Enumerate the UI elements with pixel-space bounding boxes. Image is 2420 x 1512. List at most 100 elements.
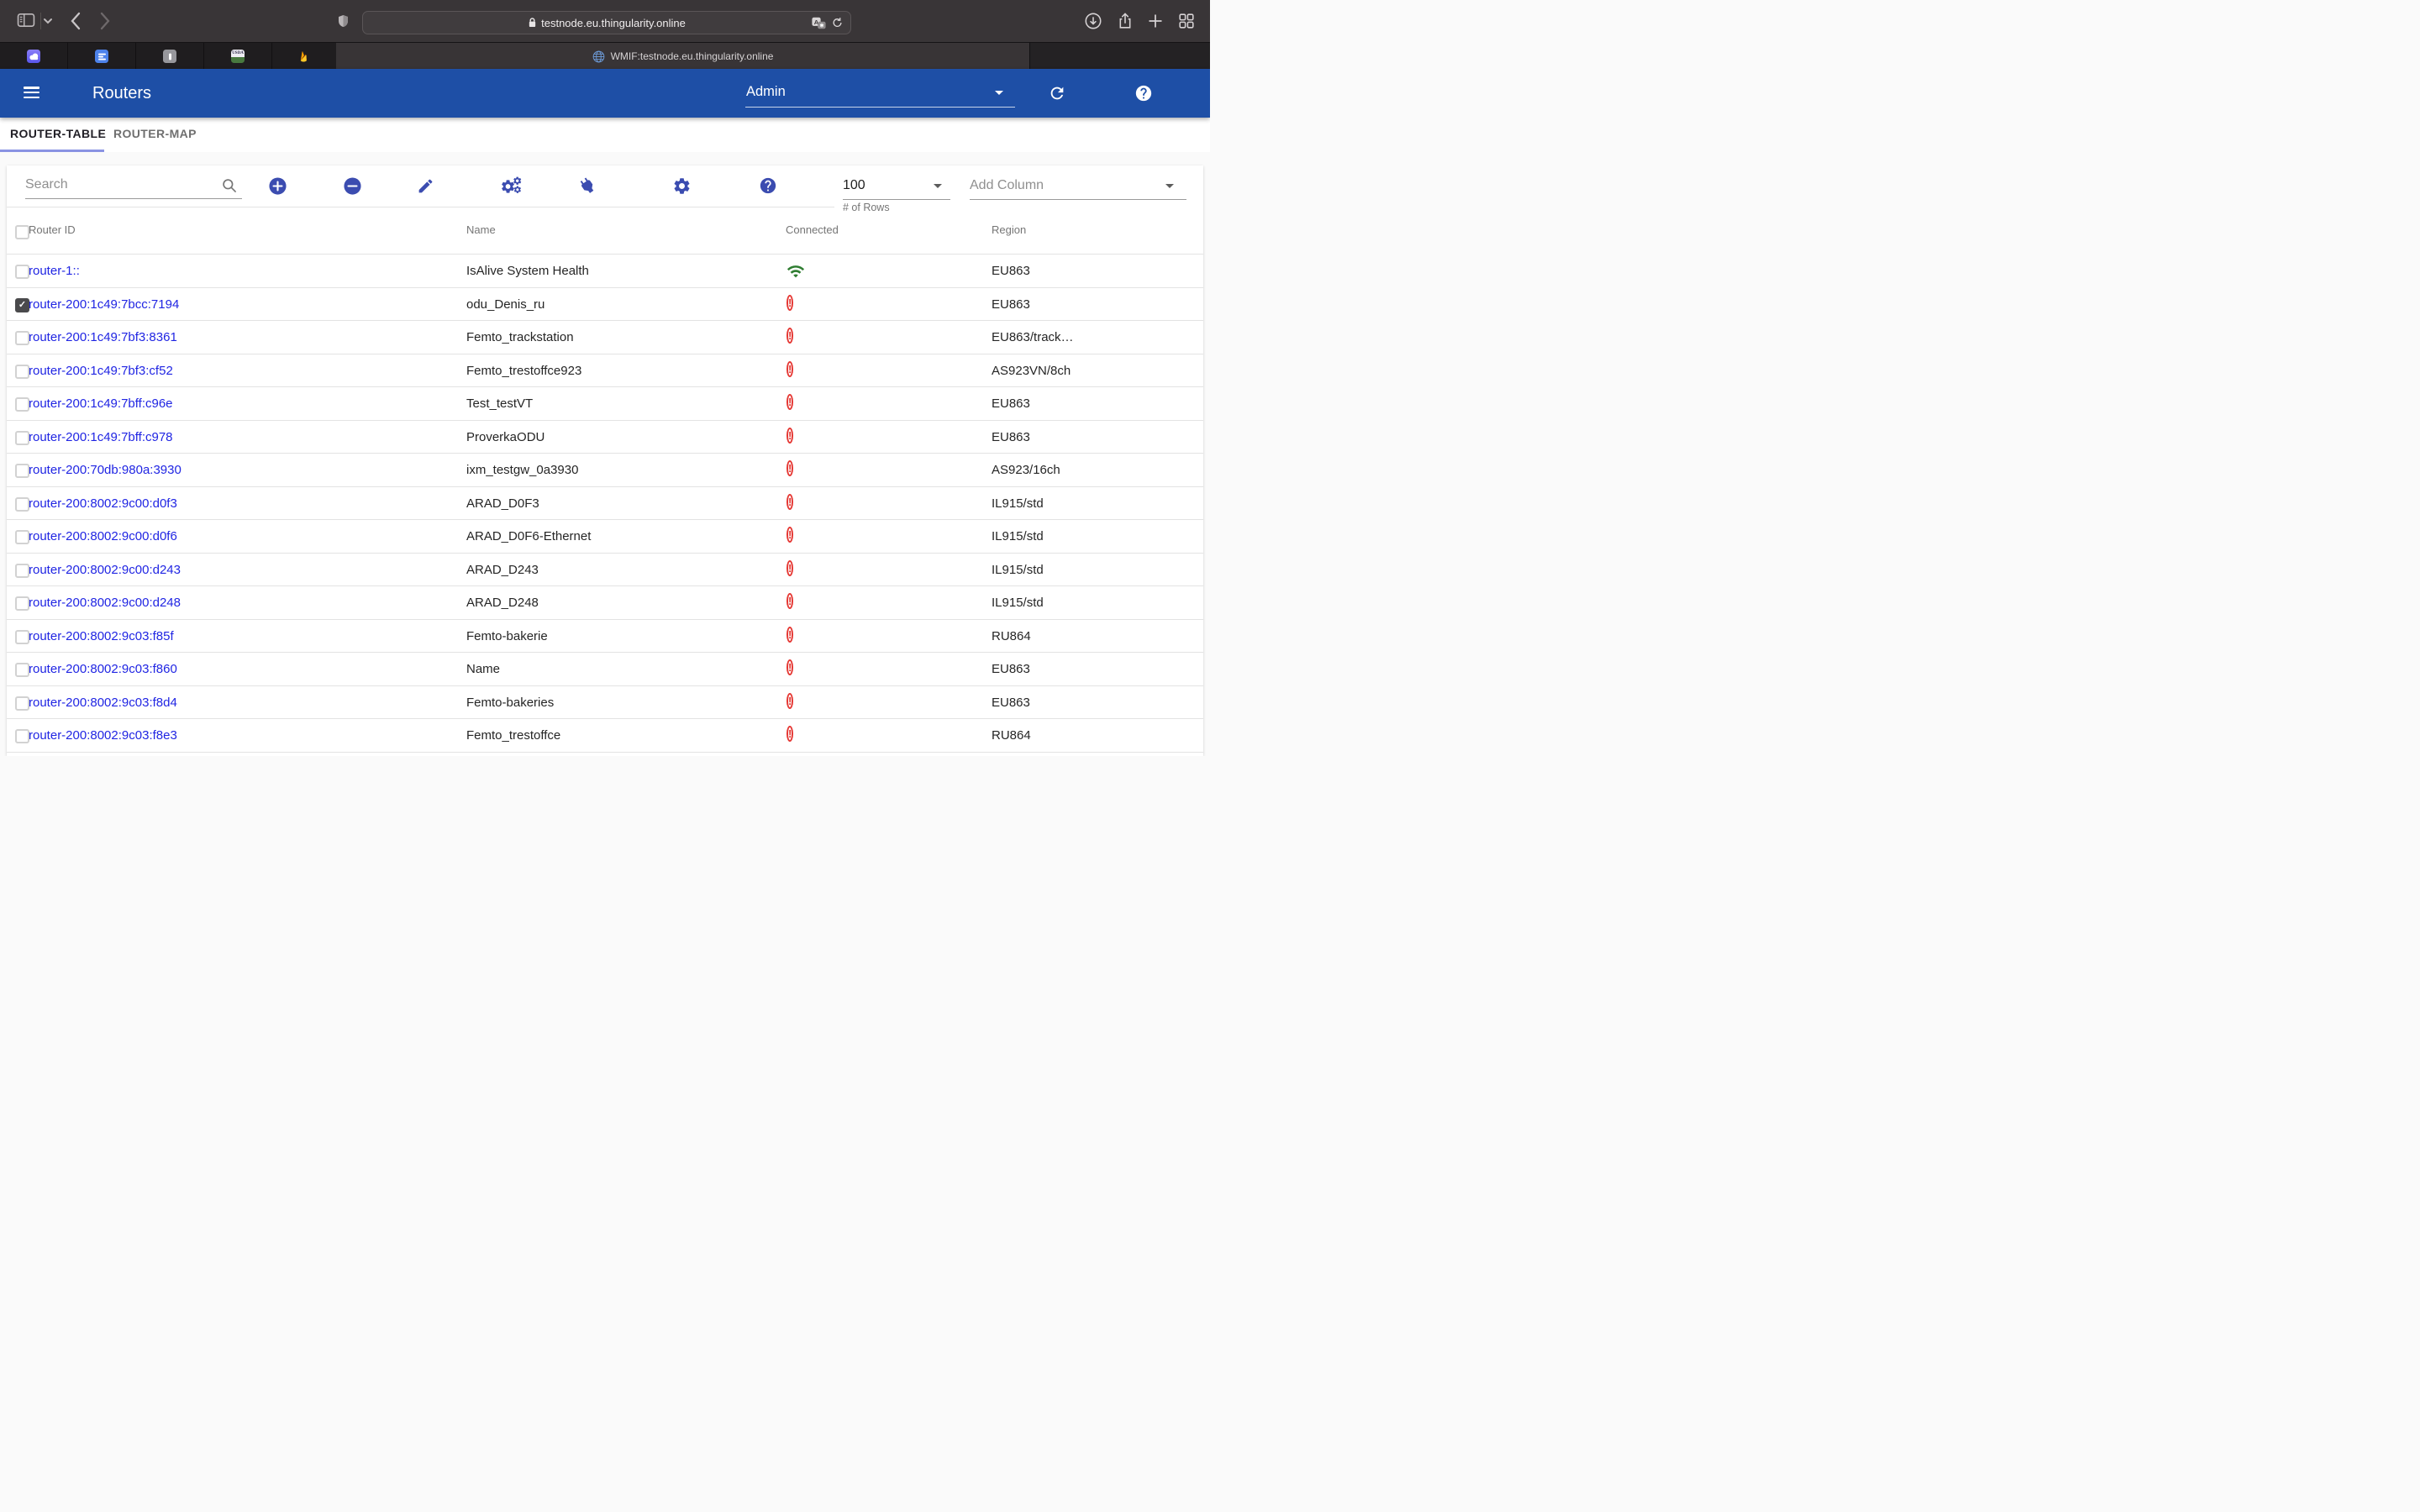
row-checkbox[interactable] [15, 530, 29, 544]
row-name: ARAD_D248 [466, 596, 539, 610]
row-region: EU863 [992, 696, 1030, 710]
table-row: router-200:1c49:7bff:c978 ProverkaODU ! … [7, 420, 1203, 454]
router-id-link[interactable]: router-200:1c49:7bf3:8361 [29, 330, 177, 344]
translate-icon[interactable]: A✱ [812, 17, 826, 29]
router-id-link[interactable]: router-200:8002:9c00:d243 [29, 563, 181, 577]
account-select[interactable]: Admin [745, 81, 1015, 108]
screen: testnode.eu.thingularity.online A✱ [0, 0, 1210, 756]
app-header [0, 69, 1210, 118]
row-region: EU863/track… [992, 330, 1074, 344]
table-row: router-1:: IsAlive System Health ! EU863 [7, 254, 1203, 287]
connected-status: ! [786, 461, 805, 480]
gear-settings-icon[interactable] [671, 175, 692, 197]
new-tab-icon[interactable] [1146, 12, 1165, 30]
col-name: Name [466, 223, 496, 236]
row-name: Femto-bakeries [466, 696, 554, 710]
router-id-link[interactable]: router-200:8002:9c00:d248 [29, 596, 181, 610]
row-checkbox[interactable] [15, 729, 29, 743]
router-id-link[interactable]: router-200:1c49:7bcc:7194 [29, 297, 179, 312]
row-name: Test_testVT [466, 396, 533, 411]
col-router-id: Router ID [29, 223, 76, 236]
pinned-tab-3[interactable] [136, 43, 204, 70]
downloads-icon[interactable] [1084, 12, 1102, 30]
row-checkbox[interactable] [15, 265, 29, 279]
toolbar-separator [40, 13, 41, 29]
col-connected: Connected [786, 223, 839, 236]
row-region: AS923VN/8ch [992, 364, 1071, 378]
row-checkbox[interactable] [15, 298, 29, 312]
router-id-link[interactable]: router-200:8002:9c03:f860 [29, 662, 177, 676]
row-checkbox[interactable] [15, 663, 29, 677]
connected-status: ! [786, 528, 805, 546]
row-checkbox[interactable] [15, 431, 29, 445]
row-checkbox[interactable] [15, 696, 29, 711]
row-checkbox[interactable] [15, 397, 29, 412]
pinned-tab-5[interactable] [272, 43, 337, 70]
row-region: RU864 [992, 728, 1031, 743]
help-button[interactable] [1134, 84, 1153, 102]
router-id-link[interactable]: router-200:1c49:7bff:c96e [29, 396, 173, 411]
row-checkbox[interactable] [15, 497, 29, 512]
tab-router-table[interactable]: ROUTER-TABLE [10, 127, 106, 140]
table-row: router-200:1c49:7bff:c96e Test_testVT ! … [7, 386, 1203, 420]
tab-overview-icon[interactable] [1177, 12, 1196, 30]
refresh-button[interactable] [1048, 84, 1066, 102]
row-region: IL915/std [992, 563, 1044, 577]
router-id-link[interactable]: router-200:8002:9c00:d0f3 [29, 496, 177, 511]
row-checkbox[interactable] [15, 564, 29, 578]
router-id-link[interactable]: router-200:1c49:7bff:c978 [29, 430, 173, 444]
privacy-shield-icon[interactable] [338, 14, 349, 28]
error-icon: ! [786, 726, 793, 742]
plug-connect-icon[interactable] [576, 175, 598, 197]
row-name: ixm_testgw_0a3930 [466, 463, 578, 477]
error-icon: ! [786, 361, 793, 377]
router-id-link[interactable]: router-1:: [29, 264, 80, 278]
active-browser-tab[interactable]: WMIF:testnode.eu.thingularity.online [336, 43, 1030, 70]
select-all-checkbox[interactable] [15, 225, 29, 239]
back-button-icon[interactable] [70, 12, 82, 30]
row-checkbox[interactable] [15, 365, 29, 379]
remove-router-button[interactable] [341, 175, 363, 197]
usda-favicon: USDA [231, 50, 245, 63]
address-bar[interactable]: testnode.eu.thingularity.online A✱ [362, 11, 851, 34]
menu-hamburger-icon[interactable] [24, 87, 39, 99]
router-id-link[interactable]: router-200:8002:9c03:f8d4 [29, 696, 177, 710]
share-icon[interactable] [1116, 11, 1134, 31]
gears-settings-icon[interactable] [502, 175, 523, 197]
row-checkbox[interactable] [15, 596, 29, 611]
row-region: EU863 [992, 396, 1030, 411]
reload-icon[interactable] [831, 16, 844, 29]
row-region: EU863 [992, 662, 1030, 676]
edit-pencil-icon[interactable] [414, 175, 436, 197]
table-row: router-200:8002:9c00:d0f3 ARAD_D0F3 ! IL… [7, 486, 1203, 520]
router-id-link[interactable]: router-200:70db:980a:3930 [29, 463, 182, 477]
sidebar-chevron-down-icon[interactable] [43, 17, 53, 25]
router-table-card: Search [7, 165, 1203, 756]
error-icon: ! [786, 593, 793, 609]
chevron-down-icon [995, 91, 1003, 95]
error-icon: ! [786, 328, 793, 344]
pinned-tab-1[interactable] [0, 43, 68, 70]
router-id-link[interactable]: router-200:1c49:7bf3:cf52 [29, 364, 173, 378]
row-name: Femto_trackstation [466, 330, 574, 344]
tab-router-map[interactable]: ROUTER-MAP [113, 127, 197, 140]
router-id-link[interactable]: router-200:8002:9c03:f8e3 [29, 728, 177, 743]
row-name: Name [466, 662, 500, 676]
row-checkbox[interactable] [15, 464, 29, 478]
connected-status: ! [786, 362, 805, 381]
pinned-tab-2[interactable] [68, 43, 136, 70]
row-region: RU864 [992, 629, 1031, 643]
sidebar-toggle-icon[interactable] [17, 13, 35, 28]
router-id-link[interactable]: router-200:8002:9c00:d0f6 [29, 529, 177, 543]
forward-button-icon[interactable] [99, 12, 111, 30]
table-row: router-200:1c49:7bcc:7194 odu_Denis_ru !… [7, 287, 1203, 321]
search-input[interactable]: Search [25, 177, 68, 192]
row-checkbox[interactable] [15, 630, 29, 644]
error-icon: ! [786, 494, 793, 510]
router-id-link[interactable]: router-200:8002:9c03:f85f [29, 629, 174, 643]
table-row: router-200:70db:980a:3930 ixm_testgw_0a3… [7, 453, 1203, 486]
row-checkbox[interactable] [15, 331, 29, 345]
pinned-tab-4[interactable]: USDA [204, 43, 272, 70]
table-help-icon[interactable] [757, 175, 779, 197]
add-router-button[interactable] [266, 175, 288, 197]
